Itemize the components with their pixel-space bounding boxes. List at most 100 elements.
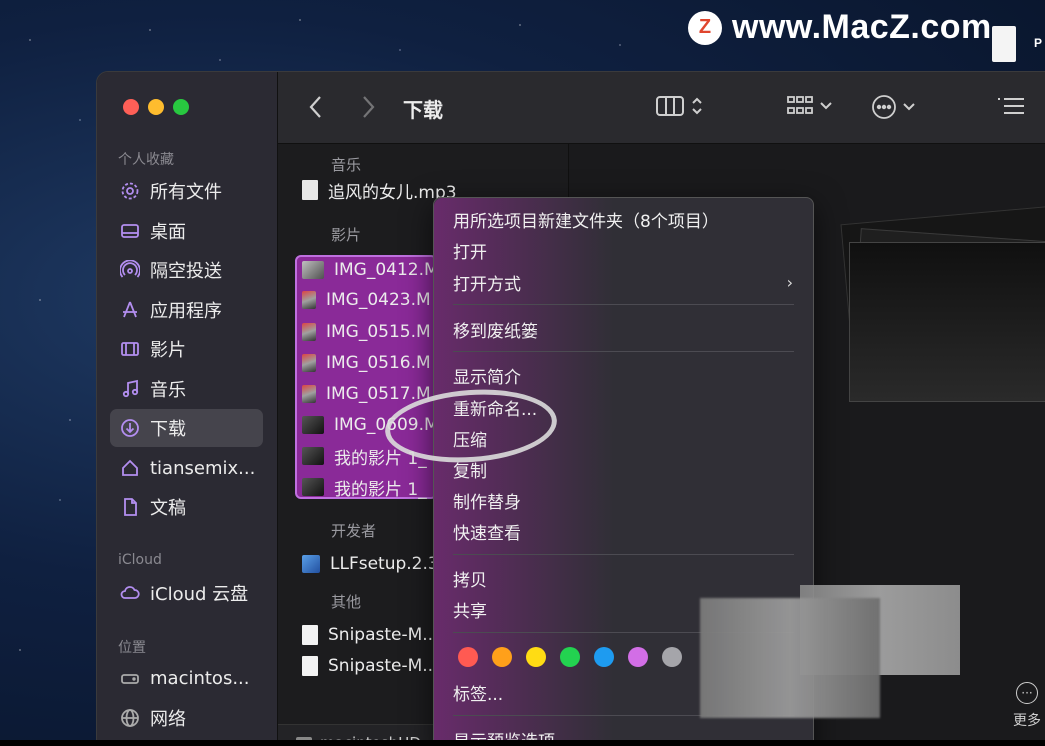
- file-row[interactable]: Snipaste-M...: [302, 621, 439, 649]
- file-row[interactable]: 我的影片 1_: [302, 473, 427, 501]
- file-row[interactable]: IMG_0515.M: [302, 318, 431, 346]
- menu-separator: [453, 351, 794, 352]
- menu-item-label: 拷贝: [453, 570, 487, 591]
- more-options-icon: [872, 95, 896, 119]
- sidebar-item-downloads[interactable]: 下载: [110, 409, 263, 447]
- menu-item-make-alias[interactable]: 制作替身: [453, 486, 799, 514]
- chevron-left-icon: [309, 96, 321, 118]
- menu-item-get-info[interactable]: 显示简介: [453, 361, 799, 389]
- menu-item-copy[interactable]: 拷贝: [453, 564, 799, 592]
- sidebar: 个人收藏 所有文件 桌面 隔空投送 应用程序 影片 音乐 下载 tiansemi…: [97, 72, 278, 746]
- group-header-music: 音乐: [331, 156, 362, 174]
- menu-separator: [453, 304, 794, 305]
- sidebar-item-airdrop[interactable]: 隔空投送: [110, 251, 263, 289]
- sidebar-item-label: tiansemix...: [150, 457, 256, 479]
- tag-orange[interactable]: [492, 647, 512, 667]
- film-icon: [120, 339, 140, 359]
- sidebar-section-favorites: 个人收藏: [118, 152, 174, 168]
- file-name: IMG_0423.M: [326, 290, 431, 310]
- ellipsis-icon: ···: [1016, 682, 1038, 704]
- desktop-icon: [120, 221, 140, 241]
- tag-blue[interactable]: [594, 647, 614, 667]
- group-header-movies: 影片: [331, 226, 362, 244]
- group-header-developer: 开发者: [331, 522, 377, 540]
- tag-gray[interactable]: [662, 647, 682, 667]
- sidebar-item-icloud-drive[interactable]: iCloud 云盘: [110, 574, 263, 612]
- menu-item-quick-look[interactable]: 快速查看: [453, 517, 799, 545]
- tag-red[interactable]: [458, 647, 478, 667]
- minimize-button[interactable]: [148, 99, 164, 115]
- menu-item-label: 显示简介: [453, 367, 521, 388]
- file-row[interactable]: Snipaste-M...: [302, 652, 439, 680]
- menu-item-label: 打开方式: [453, 274, 521, 295]
- menu-item-new-folder-with-selection[interactable]: 用所选项目新建文件夹（8个项目）: [453, 205, 799, 233]
- macz-logo-icon: Z: [688, 10, 722, 45]
- gear-icon: [120, 181, 140, 201]
- view-mode-button[interactable]: [655, 94, 703, 118]
- sidebar-item-desktop[interactable]: 桌面: [110, 212, 263, 250]
- menu-item-duplicate[interactable]: 复制: [453, 455, 799, 483]
- file-name: IMG_0516.M: [326, 353, 431, 373]
- menu-item-open-with[interactable]: 打开方式 ›: [453, 268, 799, 296]
- list-options-button[interactable]: [996, 94, 1026, 118]
- image-file-icon: [302, 656, 318, 676]
- sidebar-item-network[interactable]: 网络: [110, 699, 263, 737]
- sidebar-item-label: 影片: [150, 340, 186, 361]
- zoom-button[interactable]: [173, 99, 189, 115]
- sidebar-item-all-files[interactable]: 所有文件: [110, 172, 263, 210]
- menu-item-open[interactable]: 打开: [453, 236, 799, 264]
- airdrop-icon: [120, 260, 140, 280]
- video-thumbnail-icon: [302, 291, 316, 309]
- installer-icon: [302, 555, 320, 573]
- menu-separator: [453, 554, 794, 555]
- sidebar-item-music[interactable]: 音乐: [110, 370, 263, 408]
- action-button[interactable]: [871, 94, 915, 120]
- more-button[interactable]: ··· 更多: [1013, 682, 1041, 730]
- file-name: 我的影片 1_: [334, 479, 427, 500]
- download-icon: [120, 418, 140, 438]
- sidebar-item-macintosh-hd[interactable]: macintos...: [110, 659, 263, 697]
- sidebar-item-label: 隔空投送: [150, 261, 222, 282]
- sidebar-item-label: 桌面: [150, 222, 186, 243]
- tag-purple[interactable]: [628, 647, 648, 667]
- watermark-text: www.MacZ.com: [732, 8, 992, 46]
- chevron-right-icon: ›: [786, 272, 793, 292]
- menu-item-move-to-trash[interactable]: 移到废纸篓: [453, 315, 799, 343]
- file-row[interactable]: LLFsetup.2.3: [302, 550, 439, 578]
- chevron-down-icon: [820, 102, 832, 110]
- video-thumbnail-icon: [302, 354, 316, 372]
- desktop-file-icon[interactable]: [992, 26, 1016, 62]
- music-icon: [120, 379, 140, 399]
- file-row[interactable]: IMG_0423.M: [302, 286, 431, 314]
- image-file-icon: [302, 625, 318, 645]
- video-thumbnail-icon: [302, 416, 324, 434]
- menu-item-label: 共享: [453, 601, 487, 622]
- tag-green[interactable]: [560, 647, 580, 667]
- file-row[interactable]: IMG_0516.M: [302, 349, 431, 377]
- tag-yellow[interactable]: [526, 647, 546, 667]
- more-label: 更多: [1013, 713, 1041, 729]
- file-row[interactable]: IMG_0412.M: [302, 256, 439, 284]
- file-name: IMG_0515.M: [326, 322, 431, 342]
- forward-button[interactable]: [360, 94, 376, 120]
- disk-icon: [120, 668, 140, 688]
- sidebar-item-label: 应用程序: [150, 301, 222, 322]
- tag-colors: [458, 647, 682, 667]
- video-thumbnail-icon: [302, 323, 316, 341]
- video-thumbnail-icon: [302, 478, 324, 496]
- cloud-icon: [120, 583, 140, 603]
- sidebar-item-documents[interactable]: 文稿: [110, 488, 263, 526]
- back-button[interactable]: [308, 94, 324, 120]
- bottom-edge: [0, 740, 1045, 746]
- sidebar-item-applications[interactable]: 应用程序: [110, 291, 263, 329]
- menu-item-label: 标签...: [453, 684, 504, 705]
- group-button[interactable]: [786, 94, 832, 118]
- sidebar-item-home[interactable]: tiansemix...: [110, 449, 263, 487]
- preview-image: [849, 242, 1045, 402]
- globe-icon: [120, 708, 140, 728]
- watermark: Z www.MacZ.com: [688, 8, 992, 47]
- file-name: Snipaste-M...: [328, 656, 439, 676]
- close-button[interactable]: [123, 99, 139, 115]
- sidebar-item-movies[interactable]: 影片: [110, 330, 263, 368]
- sidebar-section-locations: 位置: [118, 640, 146, 656]
